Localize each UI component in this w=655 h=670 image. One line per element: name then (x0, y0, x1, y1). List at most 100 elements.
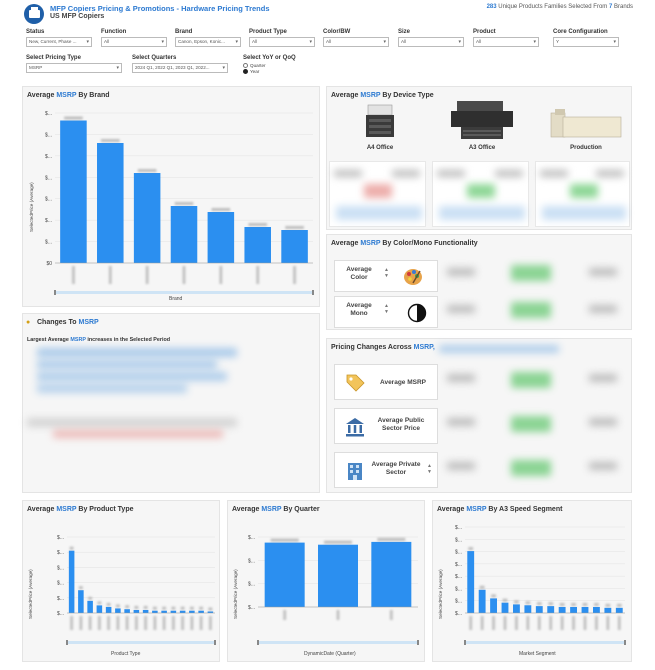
quarters-label: Select Quarters (132, 55, 177, 61)
radio-year-circle[interactable] (243, 69, 248, 74)
product-label: Product (473, 29, 496, 35)
y-tick-label: $... (455, 562, 462, 568)
bar (124, 609, 130, 613)
status-dropdown[interactable]: New, Current, Phase ... ▾ (26, 37, 92, 47)
x-tick-label (256, 266, 260, 284)
x-tick-label (145, 266, 149, 284)
x-tick-label (617, 616, 621, 630)
pricing-type-dropdown[interactable]: MSRP ▾ (26, 63, 122, 73)
blurred-value (589, 268, 617, 276)
bar-data-label (69, 546, 74, 550)
bar (467, 551, 475, 613)
size-dropdown[interactable]: All ▾ (398, 37, 464, 47)
product-type-filter: Product Type All ▾ (249, 29, 315, 47)
x-tick-label (125, 616, 129, 630)
bar (570, 606, 577, 613)
blurred-change (511, 460, 551, 476)
brand-dropdown[interactable]: Canon, Epson, Konic... ▾ (175, 37, 241, 47)
scrollbar-handle (214, 640, 216, 645)
function-label: Function (101, 29, 127, 35)
chevron-down-icon: ▾ (309, 39, 312, 45)
blurred-value (495, 170, 523, 177)
private-sector-card[interactable]: Average Private Sector ▲ ▼ (334, 452, 438, 488)
bar-data-label (171, 606, 176, 610)
y-tick-label: $... (248, 535, 255, 541)
bar (558, 606, 566, 613)
device-title: Average MSRP By Device Type (331, 92, 434, 99)
x-tick-label (219, 266, 223, 284)
color-card[interactable]: Average Color ▲ ▼ (334, 260, 438, 292)
core-config-dropdown[interactable]: Y ▾ (553, 37, 619, 47)
bar (244, 227, 271, 263)
bar (535, 606, 543, 613)
pricing-type-label: Select Pricing Type (26, 55, 81, 61)
device-label-a3: A3 Office (468, 145, 496, 151)
brand-label: Brand (175, 29, 193, 35)
sort-arrows-icon[interactable]: ▲ ▼ (427, 463, 432, 475)
y-tick-label: $... (455, 537, 462, 543)
brand-value: Canon, Epson, Konic... (178, 39, 225, 44)
bar-data-label (100, 139, 120, 142)
x-tick-label (208, 616, 212, 630)
avg-msrp-card[interactable]: Average MSRP (334, 364, 438, 400)
color-bw-dropdown[interactable]: All ▾ (323, 37, 389, 47)
bar-data-label (616, 603, 622, 607)
y-tick-label: $... (45, 175, 52, 181)
bar-data-label (559, 602, 565, 606)
function-filter: Function All ▾ (101, 29, 167, 47)
changes-title-accent: MSRP (78, 319, 99, 326)
bar (604, 607, 612, 613)
mono-card-label: Average Mono (341, 302, 377, 318)
bar (371, 541, 412, 607)
x-tick-label (336, 610, 340, 620)
scrollbar-track (67, 641, 215, 644)
color-title-suffix: By Color/Mono Functionality (382, 240, 478, 247)
bar-data-label (88, 596, 93, 600)
blurred-sparkline (542, 206, 626, 220)
changes-sub-prefix: Largest Average (27, 337, 69, 343)
y-tick-label: $... (57, 535, 64, 541)
x-tick-label (71, 266, 75, 284)
x-tick-label (79, 616, 83, 630)
bar-data-label (468, 547, 474, 551)
x-tick-label (514, 616, 518, 630)
radio-year[interactable]: Year (243, 69, 313, 74)
radio-quarter-circle[interactable] (243, 63, 248, 68)
public-sector-card[interactable]: Average Public Sector Price (334, 408, 438, 444)
bar (87, 600, 93, 613)
mono-card-line2: Mono (350, 310, 368, 317)
selection-tail: Brands (613, 4, 633, 10)
printer-icon (24, 4, 44, 24)
quarters-dropdown[interactable]: 2024 Q1, 2022 Q1, 2023 Q1, 2022... ▾ (132, 63, 228, 73)
blurred-change (511, 265, 551, 281)
bar-data-label (199, 606, 204, 610)
size-value: All (401, 39, 407, 44)
product-dropdown[interactable]: All ▾ (473, 37, 539, 47)
public-sector-label: Average Public Sector Price (377, 417, 425, 432)
pricing-title-accent: MSRP, (413, 344, 435, 351)
y-tick-label: $... (57, 550, 64, 556)
x-tick-label (182, 266, 186, 284)
x-tick-label (492, 616, 496, 630)
mono-card[interactable]: Average Mono ▲ ▼ (334, 296, 438, 328)
product-type-dropdown[interactable]: All ▾ (249, 37, 315, 47)
changes-sub-suffix: increases in the Selected Period (87, 337, 171, 343)
device-panel: Average MSRP By Device Type A4 Office A3… (326, 86, 632, 230)
product-filter: Product All ▾ (473, 29, 539, 47)
x-tick-label (190, 616, 194, 630)
sort-arrows-icon[interactable]: ▲ ▼ (384, 303, 389, 315)
radio-quarter[interactable]: Quarter (243, 63, 313, 68)
function-value: All (104, 39, 110, 44)
y-tick-label: $0 (46, 261, 52, 267)
mono-card-line1: Average (346, 302, 372, 309)
sort-arrows-icon[interactable]: ▲ ▼ (384, 267, 389, 279)
y-tick-label: $... (248, 605, 255, 611)
function-dropdown[interactable]: All ▾ (101, 37, 167, 47)
speed-chart: $... $... $... $... $... $... $... $... (455, 525, 626, 645)
bar (78, 590, 84, 613)
price-tag-icon (346, 374, 365, 392)
chevron-down-icon: ▾ (533, 39, 536, 45)
blurred-value (589, 305, 617, 313)
blurred-change (364, 184, 392, 198)
brand-filter: Brand Canon, Epson, Konic... ▾ (175, 29, 241, 47)
